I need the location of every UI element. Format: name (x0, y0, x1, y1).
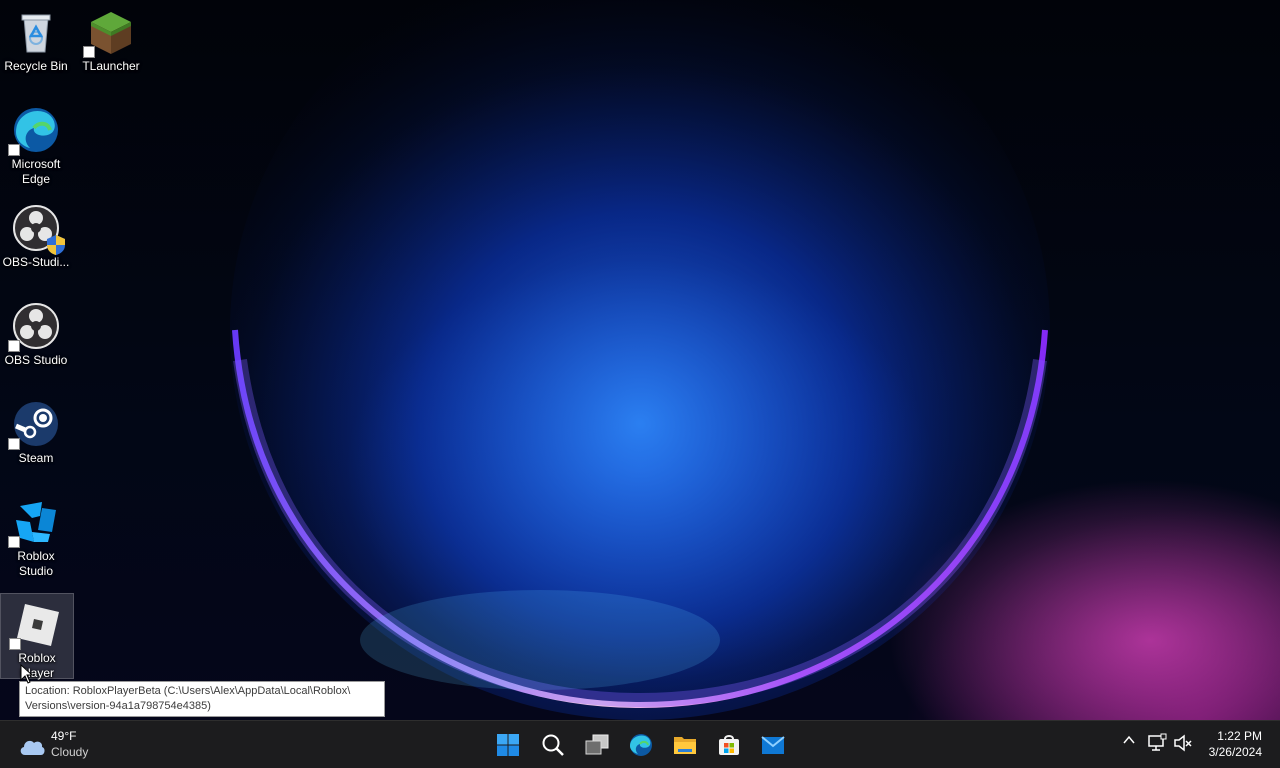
weather-condition: Cloudy (51, 745, 89, 759)
start-button[interactable] (490, 727, 526, 763)
clock-date: 3/26/2024 (1208, 745, 1262, 759)
tlauncher-icon (83, 8, 135, 58)
volume-muted-icon[interactable] (1173, 733, 1193, 753)
desktop-icon-roblox-player[interactable]: Roblox Player (0, 593, 74, 680)
obs-icon (8, 302, 60, 352)
desktop-icon-label: Recycle Bin (4, 59, 68, 73)
windows-start-icon (497, 734, 519, 756)
search-button[interactable] (535, 727, 571, 763)
system-clock[interactable]: 1:22 PM 3/26/2024 (1209, 728, 1262, 760)
desktop-icon-label: OBS-Studi... (2, 255, 70, 269)
wallpaper-bloom (230, 0, 1280, 720)
task-view-icon (585, 734, 609, 755)
desktop-icon-roblox-studio[interactable]: Roblox Studio (0, 492, 72, 579)
obs-icon (12, 204, 65, 255)
uac-shield-icon (47, 235, 65, 255)
mouse-cursor-icon (20, 664, 32, 684)
shortcut-arrow-icon (83, 46, 95, 58)
taskbar-file-explorer-button[interactable] (667, 727, 703, 763)
taskbar-edge-button[interactable] (623, 727, 659, 763)
shortcut-arrow-icon (9, 638, 21, 650)
taskbar-store-button[interactable] (711, 727, 747, 763)
desktop-icon-label: Roblox Studio (17, 549, 55, 578)
weather-temperature: 49°F (51, 729, 77, 743)
clock-time: 1:22 PM (1217, 729, 1262, 743)
cloud-icon (20, 740, 45, 755)
taskbar-mail-button[interactable] (755, 727, 791, 763)
desktop-icon-label: Microsoft Edge (11, 157, 61, 186)
search-icon (542, 734, 564, 756)
shortcut-arrow-icon (8, 438, 20, 450)
desktop-icon-obs-studio-admin[interactable]: OBS-Studi... (0, 198, 72, 270)
roblox-studio-icon (8, 498, 60, 548)
desktop-icon-label: Roblox Player (18, 651, 56, 680)
roblox-player-icon (9, 600, 61, 650)
edge-icon (630, 734, 652, 756)
mail-icon (761, 736, 785, 754)
task-view-button[interactable] (579, 727, 615, 763)
shortcut-arrow-icon (8, 536, 20, 548)
chevron-up-icon[interactable] (1122, 733, 1136, 747)
tooltip-line-2: Versions\version-94a1a798754e4385) (25, 700, 211, 712)
location-tooltip: Location: RobloxPlayerBeta (C:\Users\Ale… (19, 681, 385, 717)
shortcut-arrow-icon (8, 144, 20, 156)
shortcut-arrow-icon (8, 340, 20, 352)
store-icon (719, 735, 739, 755)
folder-icon (674, 737, 696, 754)
desktop-icon-obs-studio[interactable]: OBS Studio (0, 296, 72, 368)
desktop-icon-label: OBS Studio (4, 353, 68, 367)
tooltip-line-1: Location: RobloxPlayerBeta (C:\Users\Ale… (25, 685, 351, 697)
network-icon[interactable] (1147, 733, 1167, 753)
desktop-icon-microsoft-edge[interactable]: Microsoft Edge (0, 100, 72, 187)
desktop-icon-label: Steam (18, 451, 54, 465)
desktop-icon-steam[interactable]: Steam (0, 394, 72, 466)
desktop-icon-recycle-bin[interactable]: Recycle Bin (0, 2, 72, 74)
steam-icon (8, 400, 60, 450)
desktop-icon-tlauncher[interactable]: TLauncher (75, 2, 147, 74)
desktop-wallpaper: Recycle Bin TLauncher Microsoft Edge OBS… (0, 0, 1280, 720)
desktop-icon-label: TLauncher (82, 59, 140, 73)
recycle-bin-icon (12, 8, 60, 56)
edge-icon (8, 106, 60, 156)
taskbar: 49°F Cloudy 1:22 PM 3/26/2024 (0, 720, 1280, 768)
